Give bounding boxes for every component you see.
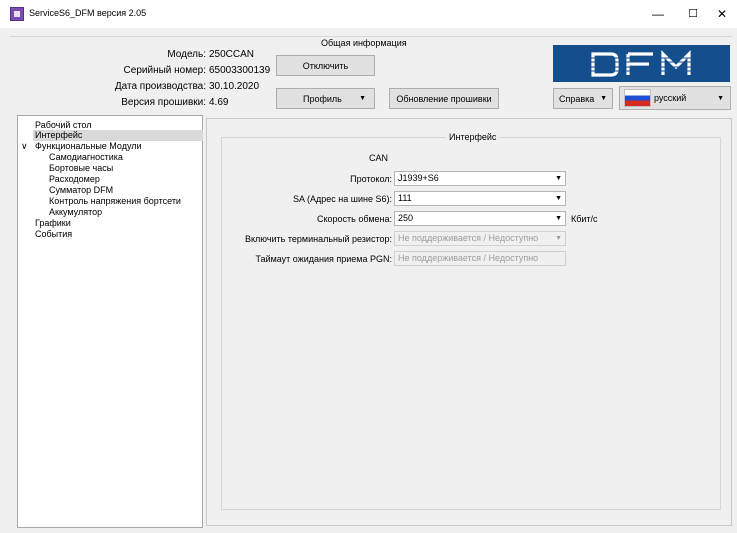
dfm-logo (553, 45, 730, 82)
protocol-select[interactable]: J1939+S6 ▼ (394, 171, 566, 186)
speed-value: 250 (398, 213, 414, 223)
profile-dropdown-button[interactable]: Профиль ▼ (276, 88, 375, 109)
dropdown-arrow-icon: ▼ (555, 235, 562, 242)
window-title: ServiceS6_DFM версия 2.05 (29, 8, 147, 18)
tree-item-events[interactable]: События (35, 229, 72, 240)
protocol-label: Протокол: (350, 174, 392, 184)
sa-address-select[interactable]: 111 ▼ (394, 191, 566, 206)
firmware-version-value: 4.69 (209, 97, 229, 108)
navigation-tree[interactable]: Рабочий стол Интерфейс ∨ Функциональные … (17, 115, 203, 528)
pgn-timeout-label: Таймаут ожидания приема PGN: (255, 254, 392, 264)
tree-item-interface[interactable]: Интерфейс (33, 130, 203, 141)
russia-flag-icon (624, 89, 651, 107)
model-label: Модель: (167, 49, 206, 60)
speed-label: Скорость обмена: (317, 214, 392, 224)
can-label: CAN (369, 153, 389, 163)
tree-item-voltage-control[interactable]: Контроль напряжения бортсети (49, 196, 181, 207)
disconnect-button[interactable]: Отключить (276, 55, 375, 76)
production-date-value: 30.10.2020 (209, 81, 260, 92)
dropdown-arrow-icon: ▼ (359, 95, 366, 102)
serial-label: Серийный номер: (123, 65, 206, 76)
general-info-title: Общая информация (318, 38, 410, 48)
speed-unit: Кбит/с (571, 214, 598, 224)
interface-group-title: Интерфейс (446, 132, 500, 142)
terminal-resistor-select[interactable]: Не поддерживается / Недоступно ▼ (394, 231, 566, 246)
close-button[interactable]: ✕ (707, 4, 737, 24)
serial-value: 65003300139 (209, 65, 271, 76)
model-value: 250CCAN (209, 49, 255, 60)
tree-item-interface-label: Интерфейс (35, 130, 83, 140)
dropdown-arrow-icon: ▼ (555, 215, 562, 222)
dropdown-arrow-icon: ▼ (717, 94, 724, 102)
terminal-resistor-value: Не поддерживается / Недоступно (398, 233, 539, 243)
tree-item-onboard-clock[interactable]: Бортовые часы (49, 163, 113, 174)
firmware-update-label: Обновление прошивки (396, 93, 492, 104)
profile-button-label: Профиль (303, 93, 342, 104)
help-dropdown-button[interactable]: Справка ▼ (553, 88, 613, 109)
app-icon (10, 7, 24, 21)
sa-address-value: 111 (398, 193, 412, 203)
terminal-resistor-label: Включить терминальный резистор: (244, 234, 392, 244)
dropdown-arrow-icon: ▼ (600, 95, 607, 102)
tree-item-summator[interactable]: Сумматор DFM (49, 185, 113, 196)
minimize-button[interactable]: — (643, 4, 673, 24)
dropdown-arrow-icon: ▼ (555, 195, 562, 202)
speed-select[interactable]: 250 ▼ (394, 211, 566, 226)
tree-item-battery[interactable]: Аккумулятор (49, 207, 102, 218)
tree-item-flowmeter[interactable]: Расходомер (49, 174, 100, 185)
disconnect-button-label: Отключить (302, 60, 349, 71)
pgn-timeout-field[interactable]: Не поддерживается / Недоступно (394, 251, 566, 266)
firmware-version-label: Версия прошивки: (121, 97, 206, 108)
tree-item-self-diagnostics[interactable]: Самодиагностика (49, 152, 123, 163)
sa-address-label: SA (Адрес на шине S6): (293, 194, 392, 204)
tree-item-graphs[interactable]: Графики (35, 218, 71, 229)
production-date-label: Дата производства: (114, 81, 206, 92)
protocol-value: J1939+S6 (398, 173, 439, 183)
expand-chevron-icon[interactable]: ∨ (21, 141, 28, 152)
dropdown-arrow-icon: ▼ (555, 175, 562, 182)
maximize-button[interactable]: ☐ (678, 4, 708, 24)
tree-item-modules[interactable]: Функциональные Модули (35, 141, 142, 152)
help-button-label: Справка (559, 93, 595, 104)
firmware-update-button[interactable]: Обновление прошивки (389, 88, 499, 109)
pgn-timeout-value: Не поддерживается / Недоступно (398, 253, 539, 263)
language-value: русский (654, 93, 687, 103)
language-select[interactable]: русский ▼ (619, 86, 731, 110)
